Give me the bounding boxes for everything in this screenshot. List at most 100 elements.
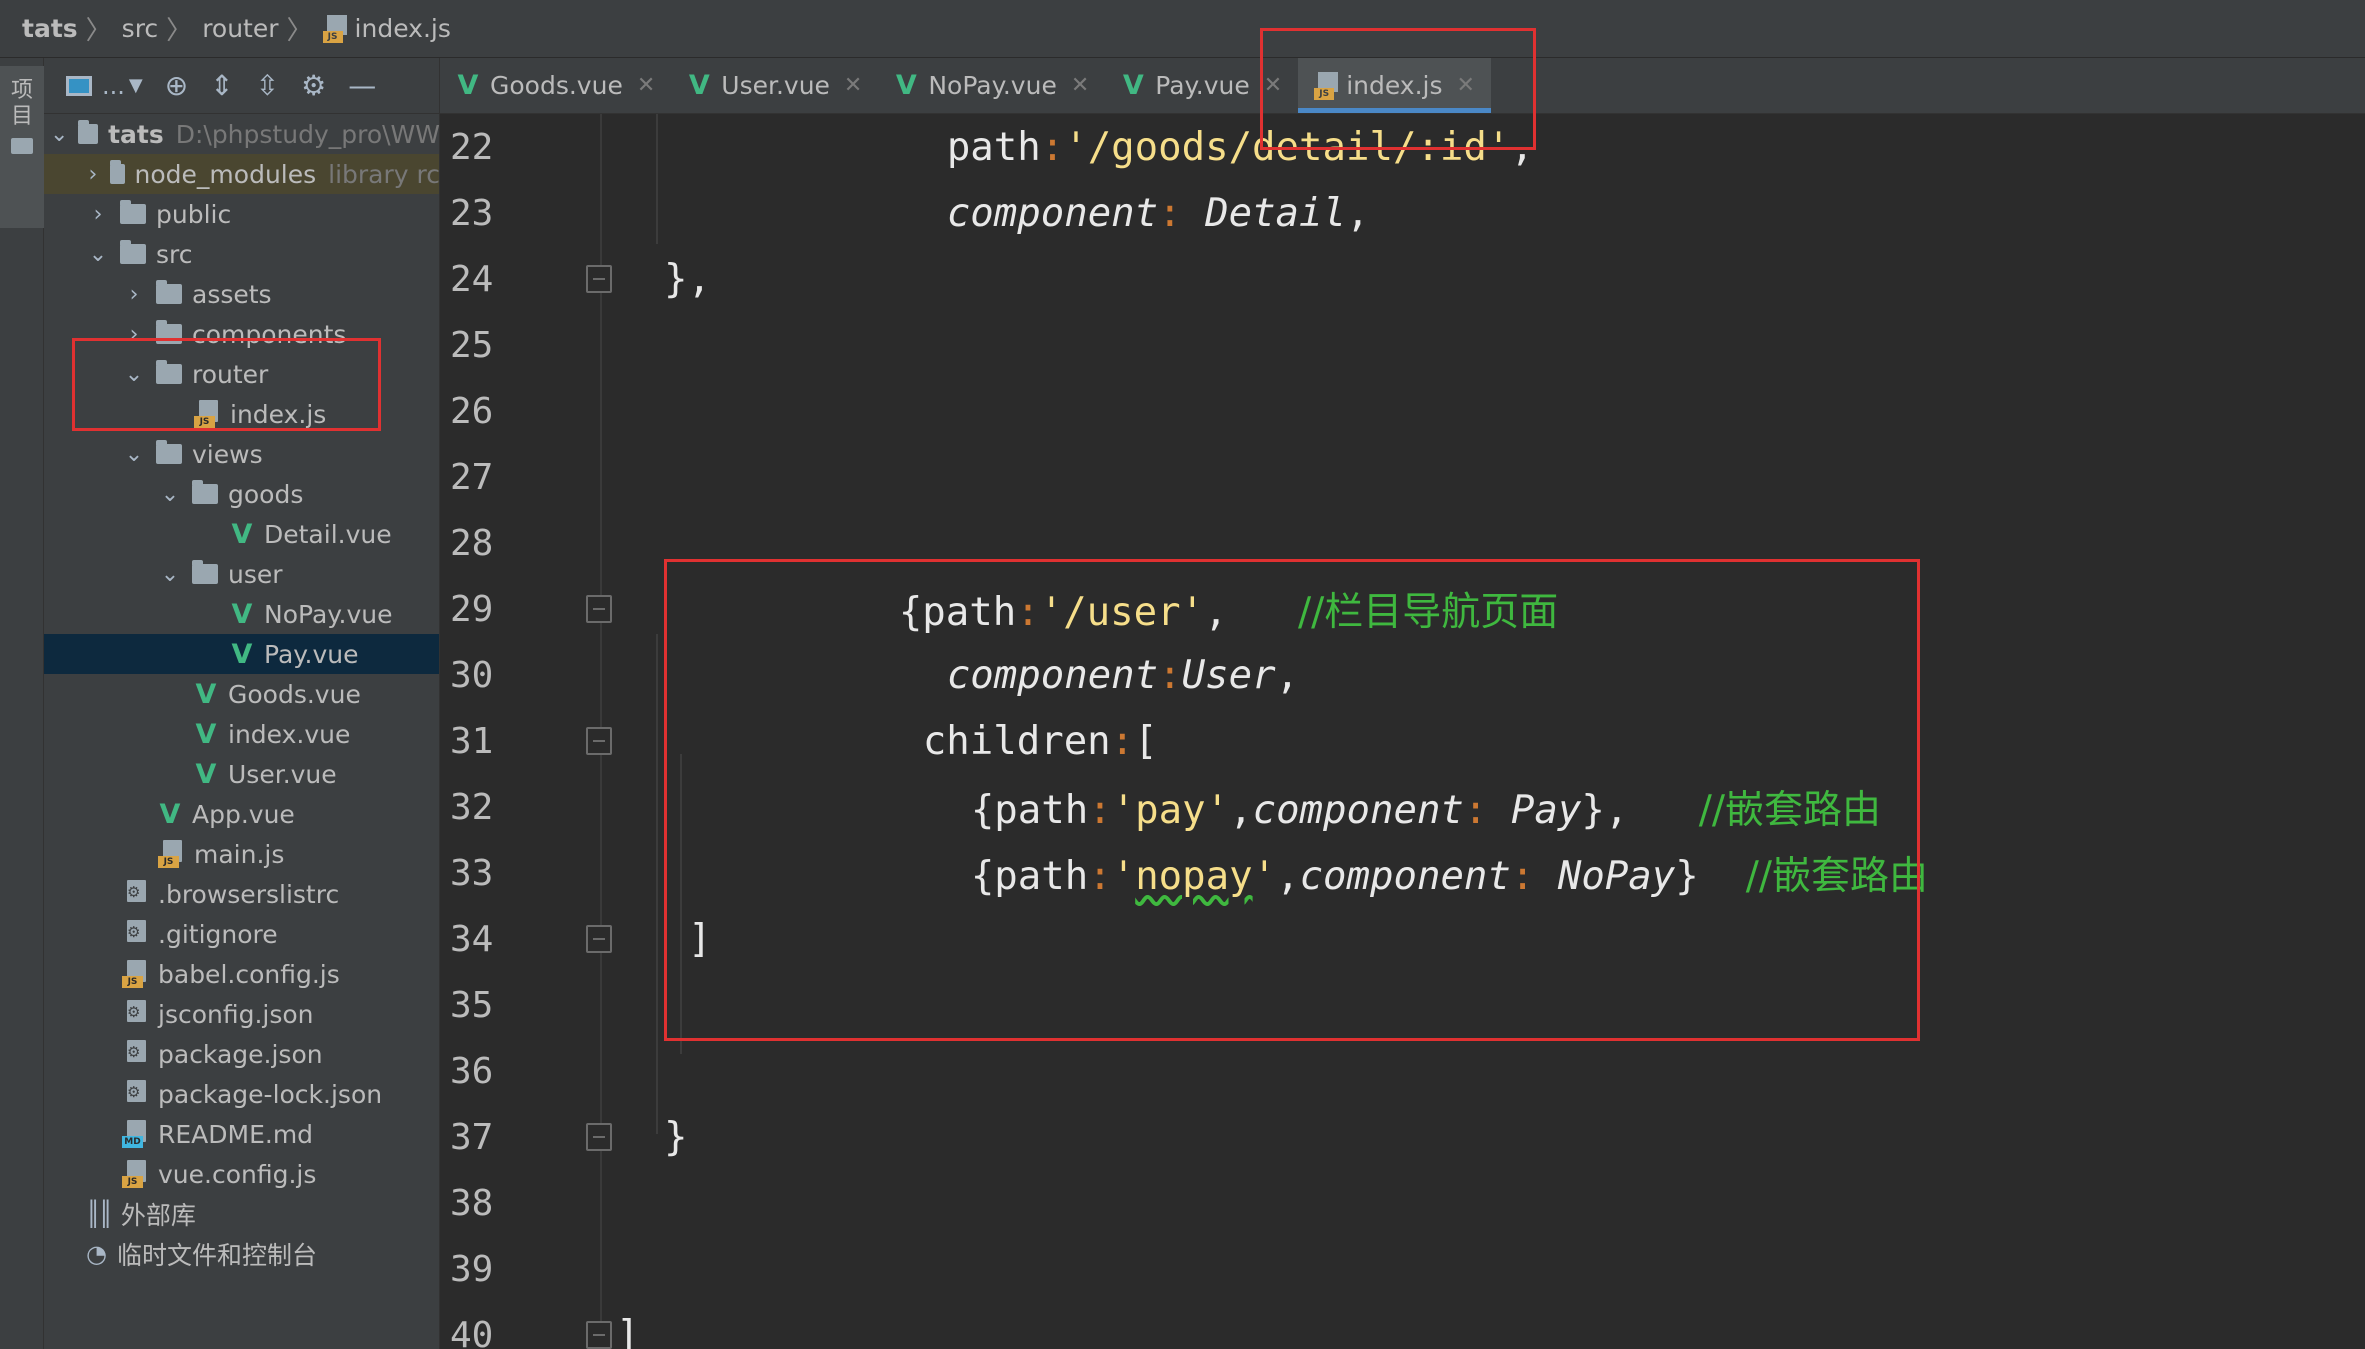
chevron-right-icon[interactable]: › [86,202,110,227]
tree-item-jsconfig[interactable]: jsconfig.json [44,994,439,1034]
close-icon[interactable]: ✕ [844,73,862,98]
tree-label: .gitignore [158,919,278,949]
tree-item-babel-config[interactable]: JS babel.config.js [44,954,439,994]
fold-marker[interactable] [586,925,612,953]
chevron-down-icon[interactable]: ⌄ [50,122,68,147]
tree-item-gitignore[interactable]: .gitignore [44,914,439,954]
fold-marker[interactable] [586,1321,612,1349]
tab-pay-vue[interactable]: V Pay.vue ✕ [1105,58,1298,113]
tree-item-views[interactable]: ⌄ views [44,434,439,474]
vue-file-icon: V [195,758,217,790]
close-icon[interactable]: ✕ [637,73,655,98]
vue-file-icon: V [195,678,217,710]
tree-item-pay-vue[interactable]: V Pay.vue [44,634,439,674]
tab-label: User.vue [721,71,830,100]
code-editor[interactable]: 22 path:'/goods/detail/:id', 23 componen… [440,114,2365,1349]
tab-nopay-vue[interactable]: V NoPay.vue ✕ [878,58,1105,113]
tree-item-browserslistrc[interactable]: .browserslistrc [44,874,439,914]
folder-icon [11,138,33,154]
folder-icon [192,560,218,584]
line-number: 27 [450,456,494,498]
fold-marker[interactable] [586,265,612,293]
tree-item-goods[interactable]: ⌄ goods [44,474,439,514]
fold-marker[interactable] [586,595,612,623]
folder-icon [109,160,125,184]
vue-file-icon: V [231,638,253,670]
tab-label: NoPay.vue [928,71,1057,100]
close-icon[interactable]: ✕ [1457,73,1475,98]
chevron-right-icon[interactable]: › [122,282,146,307]
locate-icon[interactable]: ⊕ [165,66,188,106]
tree-item-src[interactable]: ⌄ src [44,234,439,274]
tree-item-root[interactable]: ⌄ tats D:\phpstudy_pro\WW [44,114,439,154]
scratch-console-icon: ◔ [86,1240,107,1268]
tree-item-nopay-vue[interactable]: V NoPay.vue [44,594,439,634]
tree-item-detail-vue[interactable]: V Detail.vue [44,514,439,554]
tree-label: router [192,359,269,389]
tree-item-user[interactable]: ⌄ user [44,554,439,594]
tree-item-readme[interactable]: MD README.md [44,1114,439,1154]
close-icon[interactable]: ✕ [1264,73,1282,98]
chevron-down-icon[interactable]: ⌄ [158,482,182,507]
code-line: 37 } [440,1104,2365,1170]
breadcrumb-item-src[interactable]: src [122,14,159,43]
project-panel: ... ▼ ⊕ ⇕ ⇳ ⚙ — ⌄ tats D:\phpstudy_pro\W… [44,58,440,1349]
project-tool-tab[interactable]: 项目 [0,66,44,228]
tree-item-main-js[interactable]: JS main.js [44,834,439,874]
folder-icon [156,320,182,344]
tree-label: 临时文件和控制台 [116,1241,317,1270]
code-line: 33 {path:'nopay',component: NoPay} //嵌套路… [450,852,1928,900]
tree-item-goods-vue[interactable]: V Goods.vue [44,674,439,714]
tree-item-router[interactable]: ⌄ router [44,354,439,394]
close-icon[interactable]: ✕ [1071,73,1089,98]
tree-item-public[interactable]: › public [44,194,439,234]
tab-index-js[interactable]: JS index.js ✕ [1298,58,1491,113]
tree-item-external-libraries[interactable]: ║║ 外部库 [44,1194,439,1234]
collapse-all-icon[interactable]: ⇳ [256,66,279,106]
tab-user-vue[interactable]: V User.vue ✕ [671,58,878,113]
breadcrumb-item-project[interactable]: tats [22,14,78,43]
minimize-icon[interactable]: — [348,66,376,106]
tree-item-router-index[interactable]: JS index.js [44,394,439,434]
fold-marker[interactable] [586,727,612,755]
line-number: 28 [450,522,494,564]
line-number: 30 [450,654,494,696]
chevron-right-icon[interactable]: › [86,162,100,187]
tree-label: node_modules [134,159,317,189]
tree-item-components[interactable]: › components [44,314,439,354]
chevron-down-icon[interactable]: ⌄ [122,442,146,467]
tree-item-index-vue[interactable]: V index.vue [44,714,439,754]
chevron-right-icon: 〉 [286,16,313,46]
tree-item-package-lock[interactable]: package-lock.json [44,1074,439,1114]
tree-item-scratches[interactable]: ◔ 临时文件和控制台 [44,1234,439,1274]
tree-label: package.json [158,1039,323,1069]
code-token: component [946,190,1159,236]
breadcrumb-item-file[interactable]: JS index.js [322,14,451,43]
line-number: 37 [450,1116,494,1158]
chevron-down-icon[interactable]: ⌄ [86,242,110,267]
folder-icon [156,440,182,464]
tree-item-package-json[interactable]: package.json [44,1034,439,1074]
tab-goods-vue[interactable]: V Goods.vue ✕ [440,58,671,113]
tree-item-assets[interactable]: › assets [44,274,439,314]
code-line: 38 [440,1170,2365,1236]
tree-item-app-vue[interactable]: V App.vue [44,794,439,834]
tree-item-node-modules[interactable]: › node_modules library rc [44,154,439,194]
tree-item-vue-config[interactable]: JS vue.config.js [44,1154,439,1194]
chevron-down-icon[interactable]: ⌄ [158,562,182,587]
tree-label: components [192,319,347,349]
tool-window-strip: 项目 [0,58,44,1349]
chevron-right-icon[interactable]: › [122,322,146,347]
breadcrumb-item-router[interactable]: router [202,14,278,43]
json-file-icon [122,1040,148,1068]
project-view-dropdown[interactable]: ... ▼ [66,66,143,106]
code-token: {path [970,854,1089,899]
gear-icon[interactable]: ⚙ [301,66,326,106]
chevron-down-icon[interactable]: ⌄ [122,362,146,387]
code-token: ] [616,1312,640,1349]
tree-label: views [192,439,263,469]
expand-all-icon[interactable]: ⇕ [210,66,233,106]
folder-icon [156,280,182,304]
tree-item-user-vue[interactable]: V User.vue [44,754,439,794]
fold-marker[interactable] [586,1123,612,1151]
